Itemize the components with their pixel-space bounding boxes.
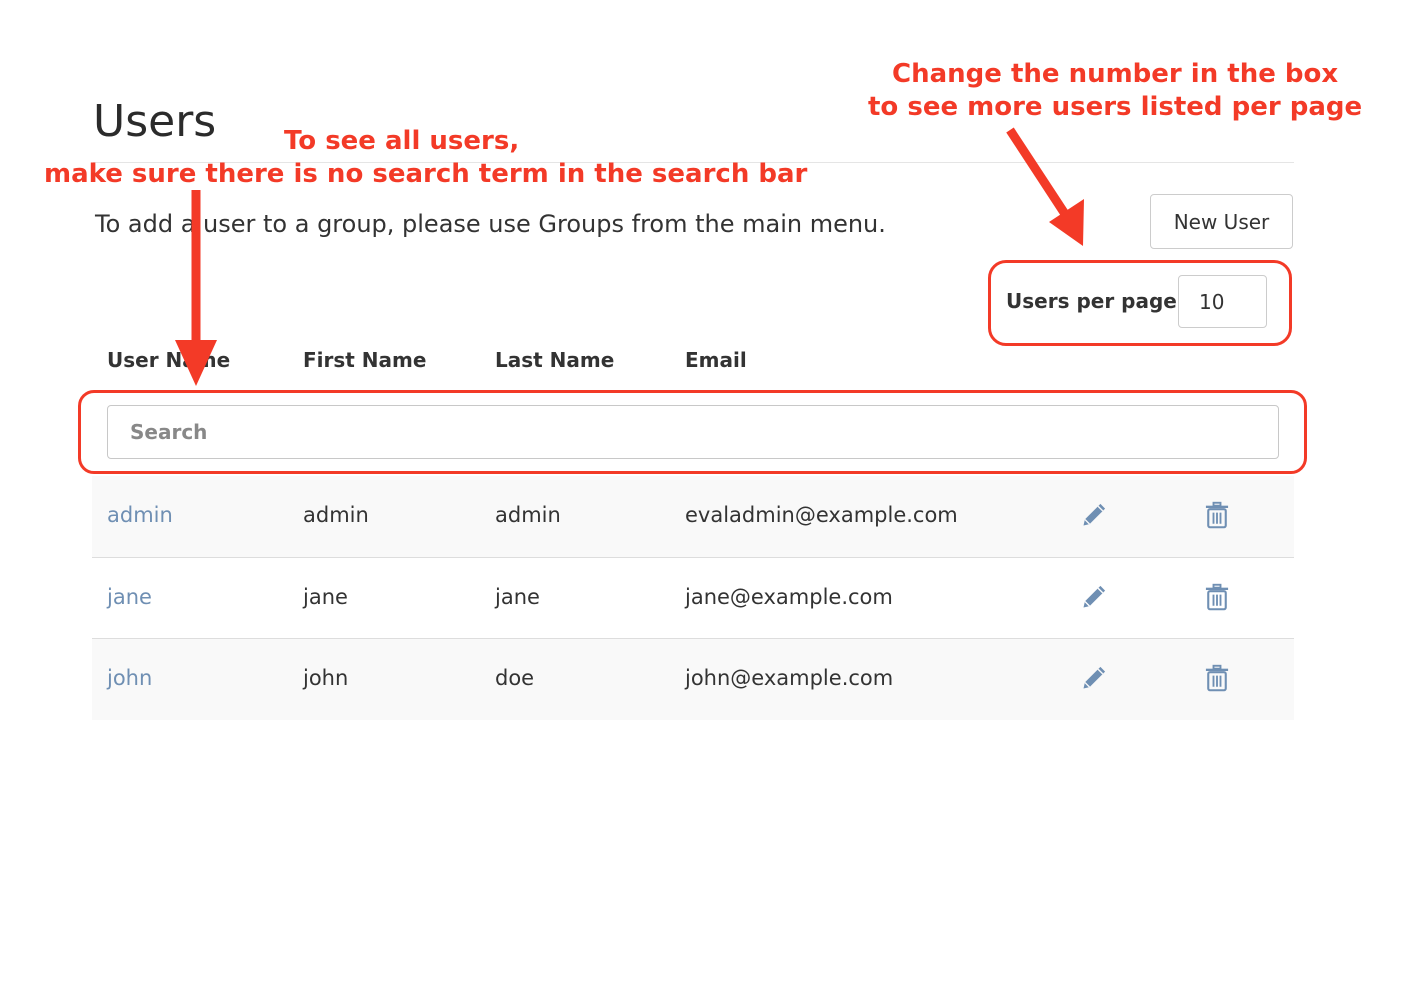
per-page-annotation-line1: Change the number in the box: [892, 59, 1339, 89]
per-page-arrow-head: [1049, 199, 1084, 246]
search-annotation-line1: To see all users,: [284, 126, 520, 156]
annotation-arrows: [175, 127, 1084, 386]
per-page-annotation-line2: to see more users listed per page: [868, 92, 1363, 122]
search-arrow-head: [175, 340, 217, 386]
search-annotation-line2: make sure there is no search term in the…: [44, 159, 808, 189]
per-page-arrow-shaft: [1006, 127, 1069, 217]
